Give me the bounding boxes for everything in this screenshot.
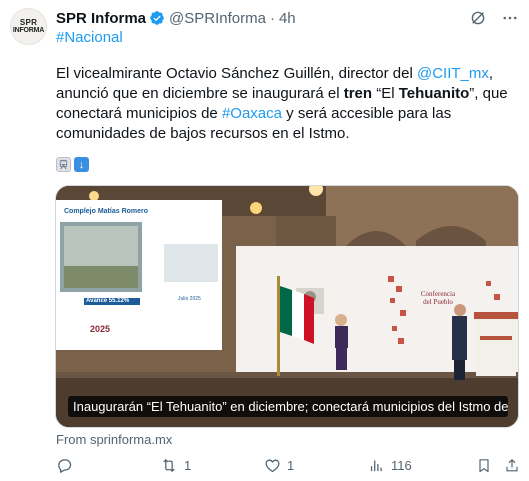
more-options-icon[interactable]	[501, 9, 519, 27]
tweet-text: El vicealmirante Octavio Sánchez Guillén…	[56, 64, 518, 144]
slide-date: Julio 2025	[178, 296, 201, 302]
avatar-text-line1: SPR	[19, 17, 38, 27]
down-arrow-emoji-icon: ↓	[74, 157, 89, 172]
slide-year: 2025	[90, 324, 111, 334]
slide-progress: Avance 55.12%	[86, 298, 130, 304]
bold-text: tren	[343, 85, 373, 102]
views-count: 116	[391, 458, 412, 473]
media-caption: Inaugurarán “El Tehuanito” en diciembre;…	[68, 396, 508, 417]
press-conference-photo	[56, 186, 518, 427]
action-bar: 1 1 116	[56, 457, 522, 477]
avatar-text-line2: INFORMA	[12, 26, 45, 34]
reply-button[interactable]	[56, 457, 79, 474]
bookmark-icon	[479, 459, 489, 473]
bold-text: Tehuanito	[398, 85, 470, 102]
backdrop-text: Conferencia del Pueblo	[420, 290, 456, 306]
reply-icon	[58, 459, 72, 473]
account-handle[interactable]: @SPRInforma	[169, 10, 266, 27]
slide-title: Complejo Matías Romero	[64, 208, 149, 215]
share-button[interactable]	[504, 457, 520, 474]
avatar[interactable]: SPR INFORMA	[10, 8, 47, 45]
train-emoji-icon	[56, 157, 71, 172]
grok-icon[interactable]	[469, 9, 487, 27]
hashtag-link-oaxaca[interactable]: #Oaxaca	[222, 105, 282, 122]
tweet-header: SPR Informa @SPRInforma · 4h	[56, 8, 519, 28]
mention-link[interactable]: @CIIT_mx	[417, 65, 489, 82]
verified-badge-icon	[150, 11, 164, 25]
share-icon	[506, 459, 518, 472]
emoji-row: ↓	[56, 157, 89, 172]
text-segment: “El	[372, 85, 399, 102]
retweet-icon	[163, 459, 175, 472]
link-source[interactable]: From sprinforma.mx	[56, 432, 172, 447]
retweet-count: 1	[184, 458, 192, 473]
like-count: 1	[287, 458, 295, 473]
views-button[interactable]: 116	[368, 457, 412, 474]
timestamp[interactable]: 4h	[279, 10, 296, 27]
bookmark-button[interactable]	[476, 457, 492, 474]
retweet-button[interactable]: 1	[160, 457, 191, 474]
account-name[interactable]: SPR Informa	[56, 10, 146, 27]
like-button[interactable]: 1	[264, 457, 294, 474]
analytics-icon	[370, 460, 382, 472]
text-segment: El vicealmirante Octavio Sánchez Guillén…	[56, 65, 417, 82]
separator-dot: ·	[269, 9, 275, 27]
heart-icon	[265, 459, 280, 473]
hashtag-link[interactable]: #Nacional	[56, 29, 123, 46]
media-image[interactable]: Complejo Matías Romero Avance 55.12% Jul…	[55, 185, 519, 428]
